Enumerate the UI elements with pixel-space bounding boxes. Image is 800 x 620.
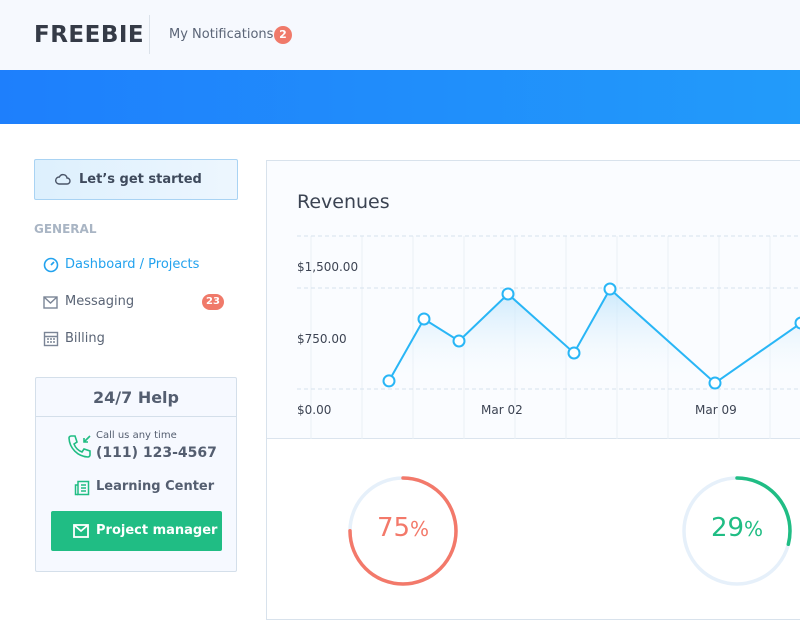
call-label: Call us any time bbox=[96, 430, 177, 441]
help-box: 24/7 Help Call us any time (111) 123-456… bbox=[35, 377, 237, 572]
data-point bbox=[796, 318, 800, 329]
revenues-panel: Revenues $1,500.00 $750.00 $0.00 Mar 02 … bbox=[266, 160, 800, 620]
notifications-badge: 2 bbox=[274, 26, 292, 44]
get-started-label: Let’s get started bbox=[79, 172, 202, 187]
messaging-icon bbox=[43, 294, 59, 310]
data-point bbox=[419, 313, 430, 324]
area-fill bbox=[389, 289, 800, 389]
progress-value: 29% bbox=[681, 513, 793, 543]
data-point bbox=[384, 375, 395, 386]
sidebar-item-label: Messaging bbox=[65, 294, 134, 309]
progress-ring-1: 75% bbox=[347, 475, 459, 587]
learning-center-label: Learning Center bbox=[96, 479, 214, 494]
dashboard-gauge-icon bbox=[43, 257, 59, 273]
calculator-icon bbox=[43, 331, 59, 347]
sidebar-item-label: Billing bbox=[65, 331, 105, 346]
divider bbox=[149, 15, 150, 54]
progress-value: 75% bbox=[347, 513, 459, 543]
x-tick-label: Mar 02 bbox=[481, 403, 523, 417]
newspaper-icon bbox=[74, 480, 90, 496]
logo[interactable]: FREEBIE bbox=[34, 22, 144, 48]
y-tick-label: $0.00 bbox=[297, 403, 331, 417]
data-point bbox=[569, 347, 580, 358]
learning-center-link[interactable]: Learning Center bbox=[74, 479, 214, 494]
phone-number[interactable]: (111) 123-4567 bbox=[96, 445, 217, 461]
data-point bbox=[605, 284, 616, 295]
data-point bbox=[503, 288, 514, 299]
phone-incoming-icon bbox=[66, 433, 94, 461]
mail-icon bbox=[73, 524, 89, 538]
project-manager-label: Project manager bbox=[96, 523, 217, 538]
sidebar-item-label: Dashboard / Projects bbox=[65, 257, 199, 272]
help-title: 24/7 Help bbox=[36, 378, 236, 417]
progress-ring-2: 29% bbox=[681, 475, 793, 587]
section-general: GENERAL bbox=[34, 222, 96, 236]
x-tick-label: Mar 09 bbox=[695, 403, 737, 417]
messaging-badge: 23 bbox=[202, 294, 224, 310]
y-tick-label: $750.00 bbox=[297, 332, 347, 346]
top-bar: FREEBIE My Notifications2 bbox=[0, 0, 800, 70]
get-started-button[interactable]: Let’s get started bbox=[34, 159, 238, 200]
y-tick-label: $1,500.00 bbox=[297, 260, 358, 274]
data-point bbox=[710, 378, 721, 389]
banner bbox=[0, 70, 800, 124]
revenue-line-chart bbox=[267, 161, 800, 441]
project-manager-button[interactable]: Project manager bbox=[51, 511, 222, 551]
data-point bbox=[454, 335, 465, 346]
notifications-link[interactable]: My Notifications2 bbox=[169, 27, 273, 42]
notifications-label: My Notifications bbox=[169, 27, 273, 42]
cloud-icon bbox=[55, 173, 71, 185]
